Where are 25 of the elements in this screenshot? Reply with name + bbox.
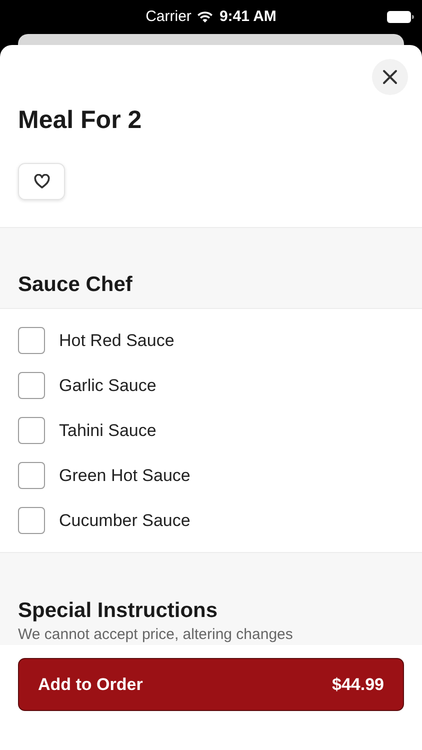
clock-time: 9:41 AM [219,6,276,27]
checkbox[interactable] [18,372,45,399]
option-label: Garlic Sauce [59,374,156,397]
checkbox[interactable] [18,507,45,534]
battery-icon [387,11,414,23]
wifi-icon [197,11,214,23]
option-label: Cucumber Sauce [59,510,190,532]
button-label: Add to Order [38,674,143,696]
carrier-label: Carrier [146,6,192,27]
heart-icon [34,174,50,189]
instructions-note: We cannot accept price, altering changes [18,625,294,645]
option-label: Green Hot Sauce [59,464,190,487]
close-button[interactable] [372,59,408,95]
checkbox[interactable] [18,462,45,489]
option-label: Hot Red Sauce [59,330,174,352]
checkbox[interactable] [18,417,45,444]
section-title: Sauce Chef [18,272,132,298]
favorite-button[interactable] [18,163,65,200]
section-title: Special Instructions [18,598,219,624]
price-label: $44.99 [332,674,384,696]
checkbox[interactable] [18,327,45,354]
option-label: Tahini Sauce [59,420,156,442]
add-to-order-button[interactable]: Add to Order $44.99 [18,658,404,711]
close-icon [382,69,398,85]
meal-title: Meal For 2 [17,105,143,135]
